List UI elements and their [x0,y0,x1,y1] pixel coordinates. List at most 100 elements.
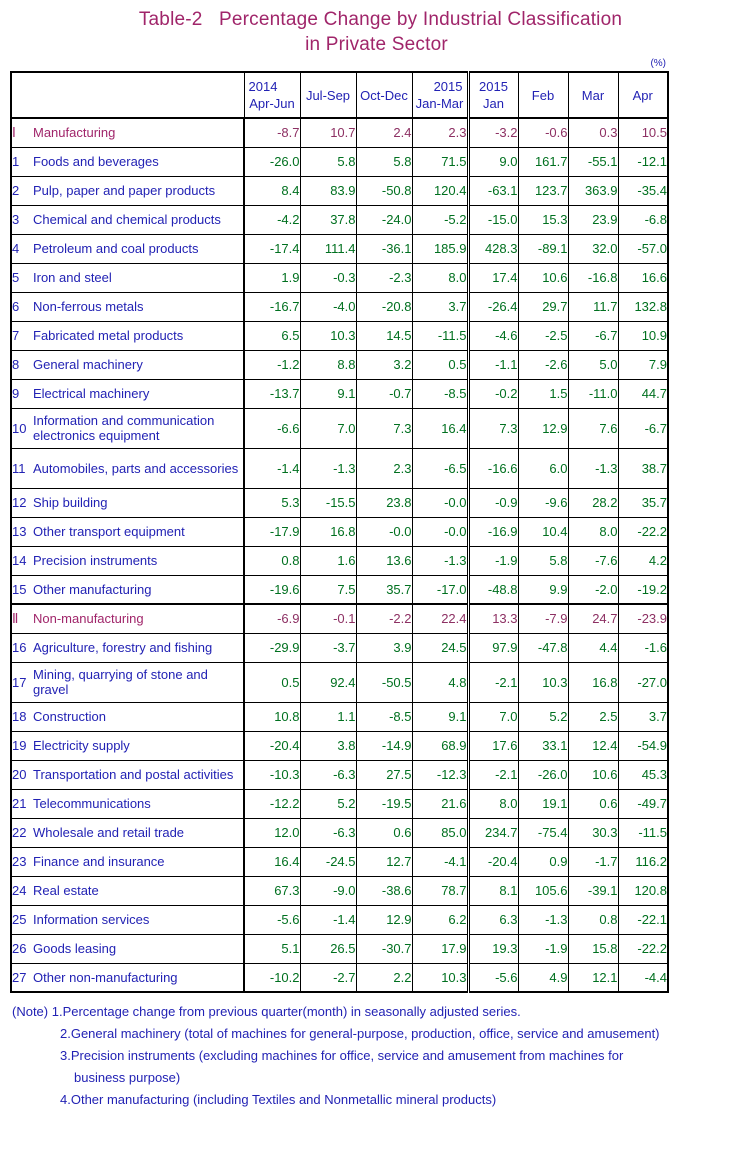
note-line: business purpose) [74,1070,181,1085]
table-cell-value: 116.2 [617,846,669,877]
table-cell-value: -35.4 [617,175,669,206]
table-cell-value: 4.8 [411,661,470,703]
table-cell-value: -15.5 [299,487,357,518]
table-cell-value: -8.5 [411,378,470,409]
table-cell-value: 30.3 [567,817,619,848]
row-label-cell: 16 Agriculture, forestry and fishing [10,632,245,663]
table-container: 2014 Apr-Jun Jul-Sep Oct-Dec 2015 Jan-Mar 2015… [10,71,669,993]
table-cell-value: 23.9 [567,204,619,235]
row-number: 4 [12,241,20,256]
table-cell-value: -20.8 [355,291,413,322]
table-cell-value: 1.9 [243,262,301,293]
table-cell-value: -3.7 [299,632,357,663]
header-quarter-jul-sep: Jul-Sep [299,71,357,119]
table-cell-value: 5.8 [355,146,413,177]
table-cell-value: -17.4 [243,233,301,264]
table-cell-value: 92.4 [299,661,357,703]
row-label-text: Non-ferrous metals [33,299,144,314]
row-label-text: Wholesale and retail trade [33,825,185,840]
row-label-cell: 5 Iron and steel [10,262,245,293]
table-cell-value: 38.7 [617,447,669,489]
table-cell-value: 120.8 [617,875,669,906]
row-number: 10 [12,420,27,436]
table-cell-value: -8.5 [355,701,413,732]
table-row: 14 Precision instruments 0.8 1.6 13.6 -1.3 -1.… [10,545,669,576]
table-cell-value: -6.6 [243,407,301,449]
table-cell-value: -29.9 [243,632,301,663]
table-cell-value: 16.4 [411,407,470,449]
row-label-text: Other manufacturing [33,581,152,597]
row-label-cell: 23 Finance and insurance [10,846,245,877]
row-number: 6 [12,299,20,314]
note-line: 3.Precision instruments (excluding machi… [60,1048,624,1063]
table-cell-value: -22.1 [617,904,669,935]
table-cell-value: -6.8 [617,204,669,235]
table-cell-value: 10.3 [517,661,569,703]
row-label-text: Mining, quarrying of stone and gravel [33,667,208,697]
table-cell-value: -24.5 [299,846,357,877]
row-label-cell: 9 Electrical machinery [10,378,245,409]
row-label-cell: 14 Precision instruments [10,545,245,576]
table-row: 16 Agriculture, forestry and fishing -29.9… [10,632,669,663]
row-label-text: Precision instruments [33,553,158,568]
header-period: Apr [632,87,653,103]
table-cell-value: 13.3 [466,603,519,634]
table-cell-value: -3.2 [466,118,519,148]
table-cell-value: 2.2 [355,962,413,993]
table-cell-value: -11.0 [567,378,619,409]
table-cell-value: -23.9 [617,603,669,634]
table-cell-value: -38.6 [355,875,413,906]
header-month-feb: Feb [517,71,569,119]
row-label-cell: 21 Telecommunications [10,788,245,819]
table-cell-value: -14.9 [355,730,413,761]
table-cell-value: -4.0 [299,291,357,322]
row-label-text: Construction [33,709,106,724]
table-cell-value: -2.3 [355,262,413,293]
table-cell-value: 0.5 [243,661,301,703]
table-cell-value: 23.8 [355,487,413,518]
table-cell-value: -1.3 [411,545,470,576]
table-row: 12 Ship building 5.3 -15.5 23.8 -0.0 -0.9 -9.6 2… [10,487,669,518]
table-cell-value: -6.9 [243,603,301,634]
table-cell-value: 3.8 [299,730,357,761]
table-cell-value: -0.2 [466,378,519,409]
header-period: Jul-Sep [305,87,351,103]
table-cell-value: -22.2 [617,933,669,964]
row-label-text: Automobiles, parts and accessories [33,460,239,476]
table-cell-value: -0.9 [466,487,519,518]
row-label-text: Non-manufacturing [33,611,144,627]
row-number: 19 [12,738,27,753]
row-number: 5 [12,270,20,285]
table-cell-value: 0.8 [567,904,619,935]
header-period: Oct-Dec [360,87,408,103]
table-cell-value: 1.1 [299,701,357,732]
table-cell-value: -19.6 [243,574,301,605]
table-cell-value: 7.0 [299,407,357,449]
row-label-text: Other non-manufacturing [33,969,178,985]
table-cell-value: 428.3 [466,233,519,264]
header-quarter-apr-jun: 2014 Apr-Jun [243,71,301,119]
table-cell-value: 5.8 [299,146,357,177]
table-row: 17 Mining, quarrying of stone and gravel 0… [10,661,669,703]
table-cell-value: 0.9 [517,846,569,877]
table-cell-value: -5.2 [411,204,470,235]
table-cell-value: 78.7 [411,875,470,906]
table-cell-value: -2.1 [466,759,519,790]
table-cell-value: -5.6 [243,904,301,935]
row-label-text: Other transport equipment [33,524,185,539]
table-cell-value: -2.1 [466,661,519,703]
table-cell-value: 6.2 [411,904,470,935]
note-line: 2.General machinery (total of machines f… [60,1026,660,1041]
table-cell-value: -50.8 [355,175,413,206]
table-cell-value: -19.5 [355,788,413,819]
row-number: 8 [12,357,20,372]
row-label-text: Petroleum and coal products [33,241,199,256]
table-cell-value: 11.7 [567,291,619,322]
row-label-cell: 4 Petroleum and coal products [10,233,245,264]
table-cell-value: -16.6 [466,447,519,489]
row-number: 23 [12,854,27,869]
table-cell-value: 29.7 [517,291,569,322]
table-cell-value: -1.7 [567,846,619,877]
table-cell-value: -48.8 [466,574,519,605]
row-label-text: Fabricated metal products [33,328,184,343]
